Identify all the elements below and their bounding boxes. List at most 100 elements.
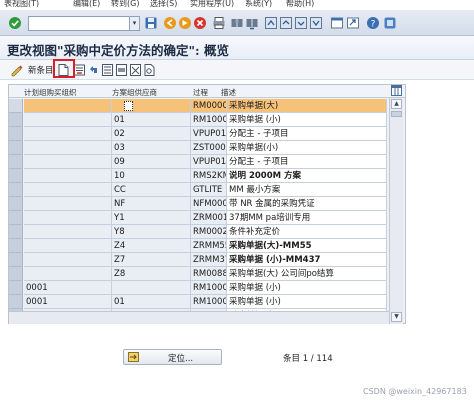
cell-purchasing-group[interactable]: 0001 xyxy=(24,295,112,309)
find-next-icon[interactable] xyxy=(245,16,259,30)
row-selector[interactable] xyxy=(9,169,23,183)
table-row[interactable]: 03 ZST000 采购单据(小) xyxy=(9,141,405,155)
cell-supplier-schema-group[interactable]: Y8 xyxy=(112,225,191,239)
cell-procedure[interactable]: RM0000 xyxy=(191,99,227,113)
cell-supplier-schema-group[interactable]: 10 xyxy=(112,169,191,183)
table-row[interactable]: Z4 ZRMM55 采购单据(大)-MM55 xyxy=(9,239,405,253)
back-icon[interactable] xyxy=(163,16,177,30)
cell-supplier-schema-group[interactable]: 09 xyxy=(112,155,191,169)
cell-purchasing-group[interactable] xyxy=(24,127,112,141)
cell-supplier-schema-group[interactable]: 03 xyxy=(112,141,191,155)
table-row[interactable]: Y8 RM0002 条件补充定价 xyxy=(9,225,405,239)
cell-purchasing-group[interactable] xyxy=(24,197,112,211)
menu-table-view[interactable]: 表视图(T) xyxy=(4,0,39,9)
help-icon[interactable]: ? xyxy=(366,16,380,30)
check-icon[interactable] xyxy=(8,16,22,30)
column-header-supplier-schema-group[interactable]: 方案组供应商 xyxy=(112,87,157,98)
table-row[interactable]: NF NFM000 带 NR 金属的采购凭证 xyxy=(9,197,405,211)
table-row[interactable]: 0001 01 RM1000 采购单据 (小) xyxy=(9,295,405,309)
cell-procedure[interactable]: ZRM001 xyxy=(191,211,227,225)
menu-goto[interactable]: 转到(G) xyxy=(111,0,139,9)
display-change-icon[interactable] xyxy=(10,63,23,77)
cell-supplier-schema-group[interactable]: CC xyxy=(112,183,191,197)
row-selector[interactable] xyxy=(9,267,23,281)
next-page-icon[interactable] xyxy=(294,16,308,30)
cell-purchasing-group[interactable] xyxy=(24,169,112,183)
new-entries-button[interactable]: 新条目 xyxy=(28,64,54,76)
cell-purchasing-group[interactable] xyxy=(24,225,112,239)
row-selector[interactable] xyxy=(9,239,23,253)
cell-purchasing-group[interactable] xyxy=(24,113,112,127)
customize-layout-icon[interactable] xyxy=(383,16,397,30)
table-row[interactable]: Z8 RM0088 采购单据(大) 公司间po结算 xyxy=(9,267,405,281)
table-row[interactable]: 02 VPUP01 分配主 - 子项目 xyxy=(9,127,405,141)
table-row[interactable]: RM0000 采购单据(大) xyxy=(9,99,405,113)
cell-purchasing-group[interactable] xyxy=(24,267,112,281)
select-all-icon[interactable] xyxy=(101,63,114,77)
cell-procedure[interactable]: RM1000 xyxy=(191,295,227,309)
table-row[interactable]: CC GTLITE MM 最小方案 xyxy=(9,183,405,197)
row-selector[interactable] xyxy=(9,197,23,211)
table-row[interactable]: Y1 ZRM001 37期MM pa培训专用 xyxy=(9,211,405,225)
select-block-icon[interactable] xyxy=(115,63,128,77)
table-row[interactable]: 0001 RM1000 采购单据 (小) xyxy=(9,281,405,295)
cell-supplier-schema-group[interactable]: Z4 xyxy=(112,239,191,253)
cell-procedure[interactable]: RM0088 xyxy=(191,267,227,281)
print-icon[interactable] xyxy=(212,16,226,30)
table-row[interactable]: 09 VPUP01 分配主 - 子项目 xyxy=(9,155,405,169)
cell-purchasing-group[interactable] xyxy=(24,183,112,197)
table-row[interactable]: 01 RM1000 采购单据 (小) xyxy=(9,113,405,127)
menu-edit[interactable]: 编辑(E) xyxy=(73,0,100,9)
row-selector[interactable] xyxy=(9,281,23,295)
cell-purchasing-group[interactable] xyxy=(24,239,112,253)
cell-supplier-schema-group[interactable]: Y1 xyxy=(112,211,191,225)
create-session-icon[interactable] xyxy=(330,16,344,30)
cell-supplier-schema-group[interactable]: Z8 xyxy=(112,267,191,281)
menu-system[interactable]: 系统(Y) xyxy=(245,0,272,9)
cell-supplier-schema-group[interactable]: 01 xyxy=(112,295,191,309)
scroll-up-button[interactable]: ▲ xyxy=(391,99,402,109)
horizontal-scroll-row[interactable] xyxy=(9,311,389,324)
cell-procedure[interactable]: RM1000 xyxy=(191,281,227,295)
row-selector[interactable] xyxy=(9,127,23,141)
cell-procedure[interactable]: VPUP01 xyxy=(191,127,227,141)
command-field-dropdown[interactable]: ▾ xyxy=(129,16,140,31)
cell-procedure[interactable]: ZRMM37 xyxy=(191,253,227,267)
cell-procedure[interactable]: RMS2KM xyxy=(191,169,227,183)
table-row[interactable]: 10 RMS2KM 说明 2000M 方案 xyxy=(9,169,405,183)
cell-purchasing-group[interactable] xyxy=(24,253,112,267)
table-row[interactable]: Z7 ZRMM37 采购单据 (小)-MM437 xyxy=(9,253,405,267)
cell-purchasing-group[interactable] xyxy=(24,141,112,155)
row-selector[interactable] xyxy=(9,155,23,169)
cell-purchasing-group[interactable]: 0001 xyxy=(24,281,112,295)
find-icon[interactable] xyxy=(230,16,244,30)
undo-icon[interactable] xyxy=(87,63,100,77)
column-settings-icon[interactable] xyxy=(391,85,402,96)
cell-supplier-schema-group[interactable]: 02 xyxy=(112,127,191,141)
menu-utilities[interactable]: 实用程序(U) xyxy=(190,0,234,9)
cell-procedure[interactable]: ZST000 xyxy=(191,141,227,155)
exit-icon[interactable] xyxy=(178,16,192,30)
cell-procedure[interactable]: ZRMM55 xyxy=(191,239,227,253)
menu-select[interactable]: 选择(S) xyxy=(150,0,177,9)
cell-supplier-schema-group[interactable] xyxy=(112,281,191,295)
cell-supplier-schema-group[interactable]: 01 xyxy=(112,113,191,127)
row-selector[interactable] xyxy=(9,183,23,197)
scroll-down-button[interactable]: ▼ xyxy=(391,312,402,322)
row-selector[interactable] xyxy=(9,141,23,155)
command-field[interactable] xyxy=(28,16,130,31)
shortcut-icon[interactable] xyxy=(346,16,360,30)
row-selector[interactable] xyxy=(9,99,23,113)
previous-page-icon[interactable] xyxy=(279,16,293,30)
row-selector[interactable] xyxy=(9,225,23,239)
column-header-procedure[interactable]: 过程 xyxy=(193,87,208,98)
cell-procedure[interactable]: VPUP01 xyxy=(191,155,227,169)
first-page-icon[interactable] xyxy=(264,16,278,30)
row-selector[interactable] xyxy=(9,295,23,309)
row-selector[interactable] xyxy=(9,211,23,225)
column-header-description[interactable]: 描述 xyxy=(221,87,236,98)
row-selector[interactable] xyxy=(9,113,23,127)
cell-procedure[interactable]: NFM000 xyxy=(191,197,227,211)
cell-supplier-schema-group[interactable]: NF xyxy=(112,197,191,211)
cell-procedure[interactable]: RM1000 xyxy=(191,113,227,127)
